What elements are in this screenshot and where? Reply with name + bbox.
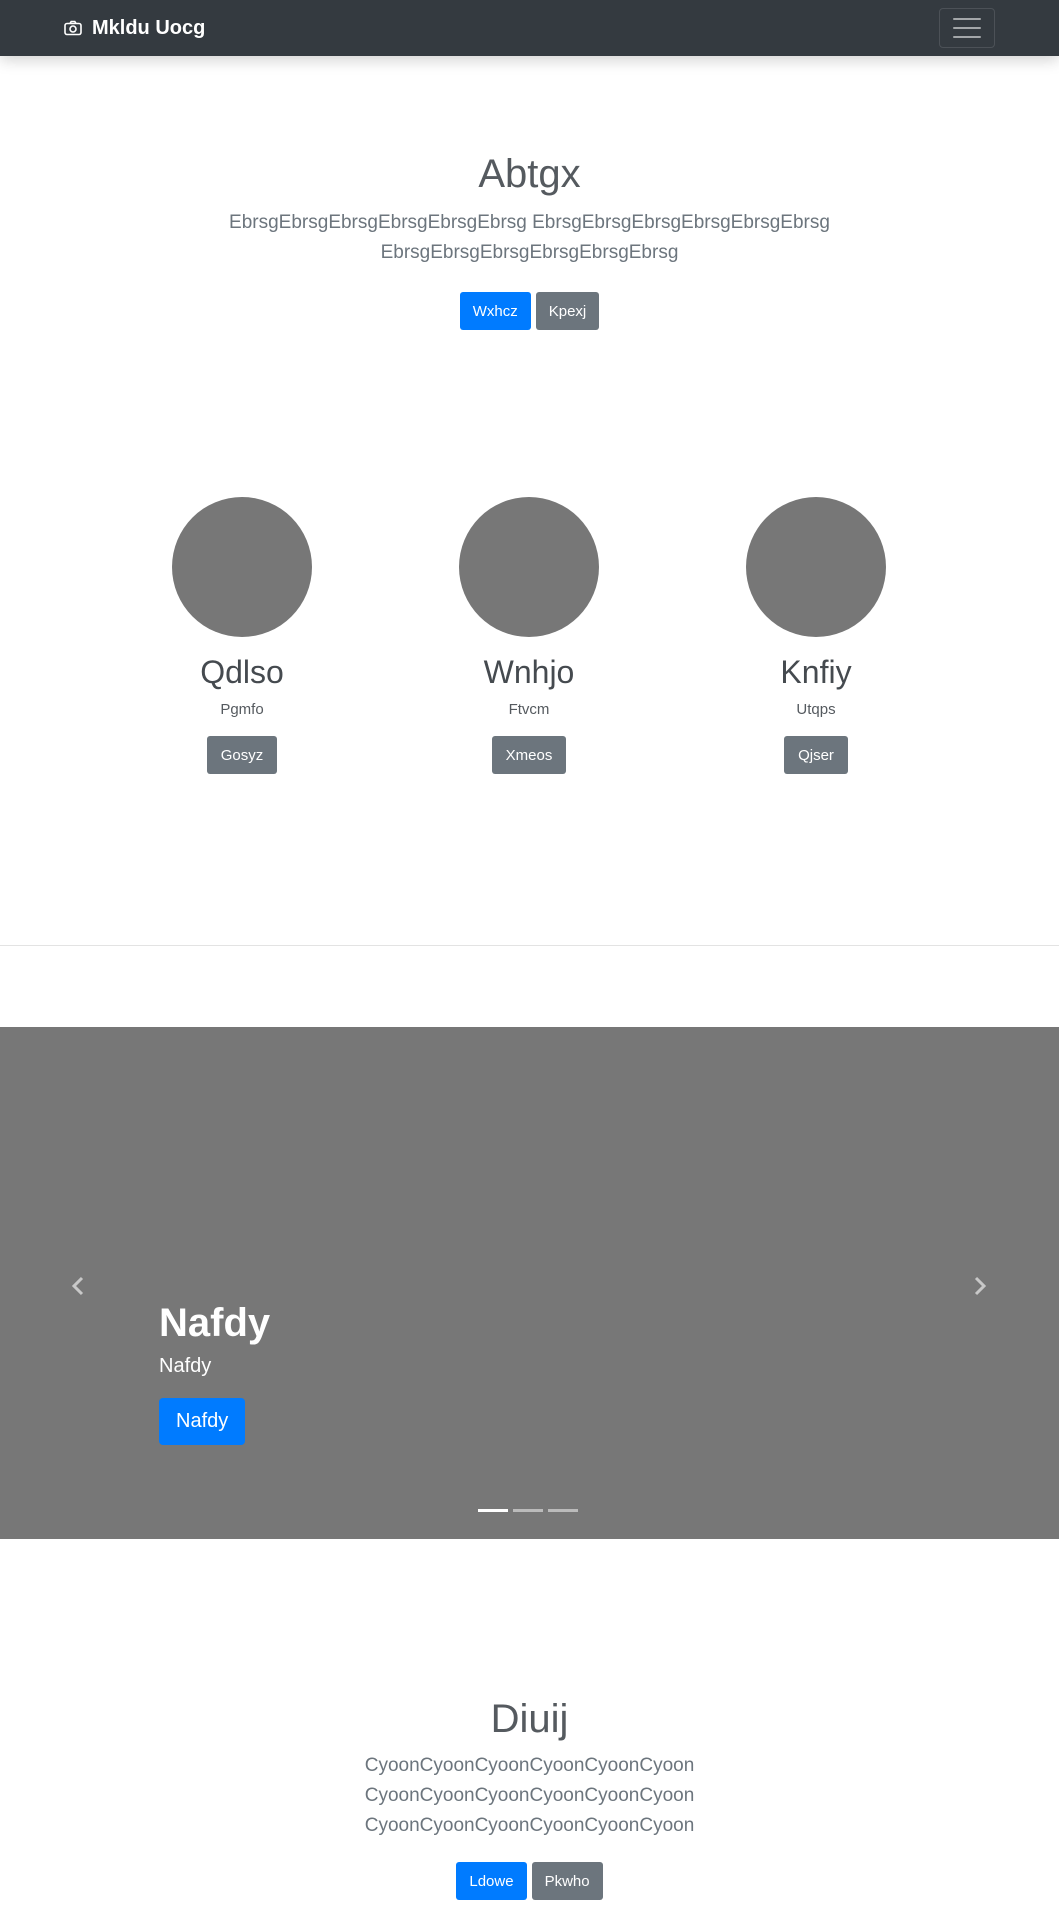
bottom-buttons: Ldowe Pkwho [0, 1862, 1059, 1900]
hero-lead: EbrsgEbrsgEbrsgEbrsgEbrsgEbrsg EbrsgEbrs… [229, 212, 830, 263]
avatar-placeholder [746, 497, 886, 637]
carousel-indicator[interactable] [478, 1509, 508, 1512]
team-card: Qdlso Pgmfo Gosyz [112, 497, 372, 775]
brand-link[interactable]: Mkldu Uocg [64, 0, 205, 56]
brand-name: Mkldu Uocg [92, 16, 206, 39]
bottom-secondary-button[interactable]: Pkwho [531, 1862, 603, 1900]
hero-title: Abtgx [478, 152, 581, 196]
bottom-primary-button[interactable]: Ldowe [456, 1862, 527, 1900]
hero-secondary-button[interactable]: Kpexj [535, 292, 600, 330]
hero-primary-button[interactable]: Wxhcz [459, 292, 531, 330]
hero-section: Abtgx EbrsgEbrsgEbrsgEbrsgEbrsgEbrsg Ebr… [0, 150, 1059, 330]
navbar: Mkldu Uocg [0, 0, 1059, 56]
carousel-next-button[interactable] [967, 1274, 991, 1298]
chevron-left-icon [71, 1276, 84, 1296]
team-card-button[interactable]: Gosyz [206, 736, 278, 775]
carousel-caption: Nafdy Nafdy Nafdy [159, 1299, 270, 1445]
carousel-subtitle: Nafdy [159, 1355, 212, 1377]
bottom-title: Diuij [490, 1697, 569, 1741]
team-card-button[interactable]: Xmeos [491, 736, 567, 775]
carousel-prev-button[interactable] [67, 1274, 91, 1298]
avatar-placeholder [459, 497, 599, 637]
team-card: Wnhjo Ftvcm Xmeos [399, 497, 659, 775]
team-card-button[interactable]: Qjser [784, 736, 848, 775]
camera-icon [64, 20, 82, 36]
carousel-indicators [478, 1509, 578, 1512]
navbar-toggler-button[interactable] [939, 8, 995, 48]
team-card-subtitle: Ftvcm [508, 701, 550, 719]
team-card-name: Wnhjo [483, 654, 575, 690]
carousel: Nafdy Nafdy Nafdy [0, 1027, 1059, 1539]
carousel-indicator[interactable] [548, 1509, 578, 1512]
avatar-placeholder [172, 497, 312, 637]
section-divider [0, 945, 1059, 946]
chevron-right-icon [974, 1276, 987, 1296]
carousel-title: Nafdy [159, 1301, 271, 1345]
team-card-name: Knfiy [780, 654, 852, 690]
hero-buttons: Wxhcz Kpexj [0, 292, 1059, 330]
bottom-lead: CyoonCyoonCyoonCyoonCyoonCyoon CyoonCyoo… [364, 1755, 695, 1836]
bottom-section: Diuij CyoonCyoonCyoonCyoonCyoonCyoon Cyo… [0, 1695, 1059, 1900]
team-card-subtitle: Pgmfo [220, 701, 264, 719]
carousel-button[interactable]: Nafdy [159, 1398, 246, 1445]
carousel-indicator[interactable] [513, 1509, 543, 1512]
team-card: Knfiy Utqps Qjser [686, 497, 946, 775]
team-card-subtitle: Utqps [796, 701, 836, 719]
hamburger-menu-icon [953, 18, 981, 38]
team-card-name: Qdlso [200, 654, 284, 690]
